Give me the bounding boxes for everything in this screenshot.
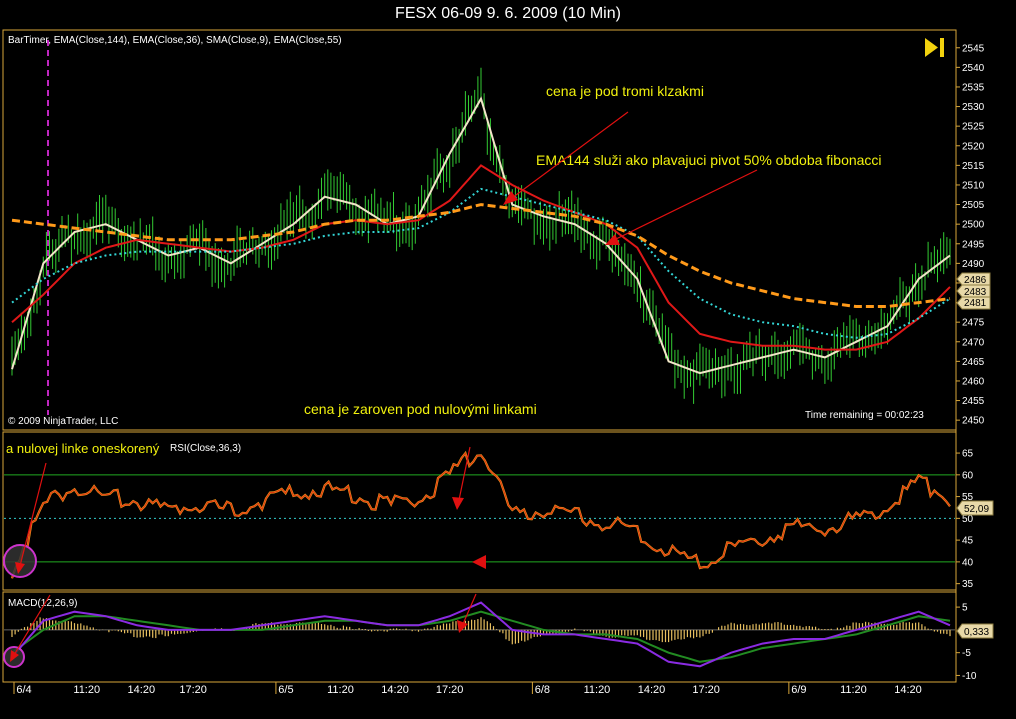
price-y-tick-label: 2515	[962, 161, 985, 172]
x-tick-label: 14:20	[638, 684, 666, 696]
series-line-ema-close-55-	[11, 187, 951, 339]
price-y-tick-label: 2465	[962, 357, 985, 368]
axes-layer: 2450245524602465247024752480248524902495…	[13, 43, 985, 696]
macd-y-tick-label: -5	[962, 648, 971, 659]
macd-y-tick-label: -10	[962, 671, 977, 682]
price-y-tick-label: 2475	[962, 318, 985, 329]
price-indicator-legend: BarTimer, EMA(Close,144), EMA(Close,36),…	[8, 35, 342, 46]
x-tick-label: 6/5	[278, 684, 293, 696]
price-plot-layer	[11, 40, 951, 415]
svg-text:52,09: 52,09	[964, 504, 989, 515]
price-y-tick-label: 2535	[962, 82, 985, 93]
x-tick-label: 14:20	[128, 684, 156, 696]
svg-text:2481: 2481	[964, 298, 987, 309]
x-tick-label: 14:20	[894, 684, 922, 696]
annotation-below-zero-lines: cena je zaroven pod nulovými linkami	[304, 401, 537, 417]
x-tick-label: 6/9	[791, 684, 806, 696]
rsi-highlight-circle	[3, 544, 37, 578]
rsi-y-tick-label: 35	[962, 579, 974, 590]
price-y-tick-label: 2525	[962, 122, 985, 133]
bar-timer-end-icon[interactable]	[925, 38, 944, 57]
price-y-tick-label: 2460	[962, 376, 985, 387]
svg-text:2486: 2486	[964, 275, 987, 286]
svg-text:0,333: 0,333	[964, 627, 989, 638]
x-tick-label: 11:20	[327, 684, 354, 696]
macd-panel-frame	[2, 591, 957, 683]
price-value-label-2: 2483	[956, 284, 991, 298]
rsi-overlay-text: a nulovej linke oneskorený	[6, 441, 160, 456]
price-y-tick-label: 2450	[962, 416, 985, 427]
rsi-y-tick-label: 60	[962, 470, 974, 481]
annotation-ema144-pivot: EMA144 služi ako plavajuci pivot 50% obd…	[536, 152, 882, 168]
price-y-tick-label: 2455	[962, 396, 985, 407]
x-tick-label: 11:20	[584, 684, 611, 696]
series-line-ema-close-36-	[11, 164, 951, 351]
copyright-label: © 2009 NinjaTrader, LLC	[8, 416, 118, 427]
price-y-tick-label: 2505	[962, 200, 985, 211]
macd-y-tick-label: 5	[962, 603, 968, 614]
x-tick-label: 17:20	[692, 684, 720, 696]
x-tick-label: 6/4	[16, 684, 31, 696]
price-y-tick-label: 2545	[962, 43, 985, 54]
rsi-y-tick-label: 40	[962, 557, 974, 568]
price-y-tick-label: 2540	[962, 63, 985, 74]
rsi-y-tick-label: 65	[962, 449, 974, 460]
price-value-label-1: 2486	[956, 272, 991, 286]
price-y-tick-label: 2470	[962, 337, 985, 348]
x-tick-label: 14:20	[381, 684, 409, 696]
annotation-below-averages: cena je pod tromi klzakmi	[546, 83, 704, 99]
price-y-tick-label: 2520	[962, 141, 985, 152]
price-y-tick-label: 2495	[962, 239, 985, 250]
time-remaining-label: Time remaining = 00:02:23	[805, 410, 924, 421]
arrow-rsi-lower	[472, 555, 486, 569]
rsi-y-tick-label: 50	[962, 514, 974, 525]
price-y-tick-label: 2530	[962, 102, 985, 113]
price-value-label-3: 2481	[956, 296, 991, 310]
macd-value-label: 0,333	[956, 623, 994, 639]
macd-plot-layer	[4, 601, 955, 668]
chart-canvas[interactable]: 2450245524602465247024752480248524902495…	[0, 0, 1016, 719]
price-y-tick-label: 2510	[962, 180, 985, 191]
x-tick-label: 6/8	[535, 684, 550, 696]
x-tick-label: 17:20	[436, 684, 464, 696]
rsi-value-label: 52,09	[956, 500, 994, 516]
arrow-ema144-pivot	[605, 169, 758, 245]
x-tick-label: 11:20	[73, 684, 100, 696]
price-y-tick-label: 2490	[962, 259, 985, 270]
price-y-tick-label: 2500	[962, 220, 985, 231]
rsi-legend: RSI(Close,36,3)	[170, 443, 241, 454]
rsi-y-tick-label: 45	[962, 536, 974, 547]
x-tick-label: 17:20	[179, 684, 207, 696]
svg-text:2483: 2483	[964, 287, 987, 298]
x-tick-label: 11:20	[840, 684, 867, 696]
